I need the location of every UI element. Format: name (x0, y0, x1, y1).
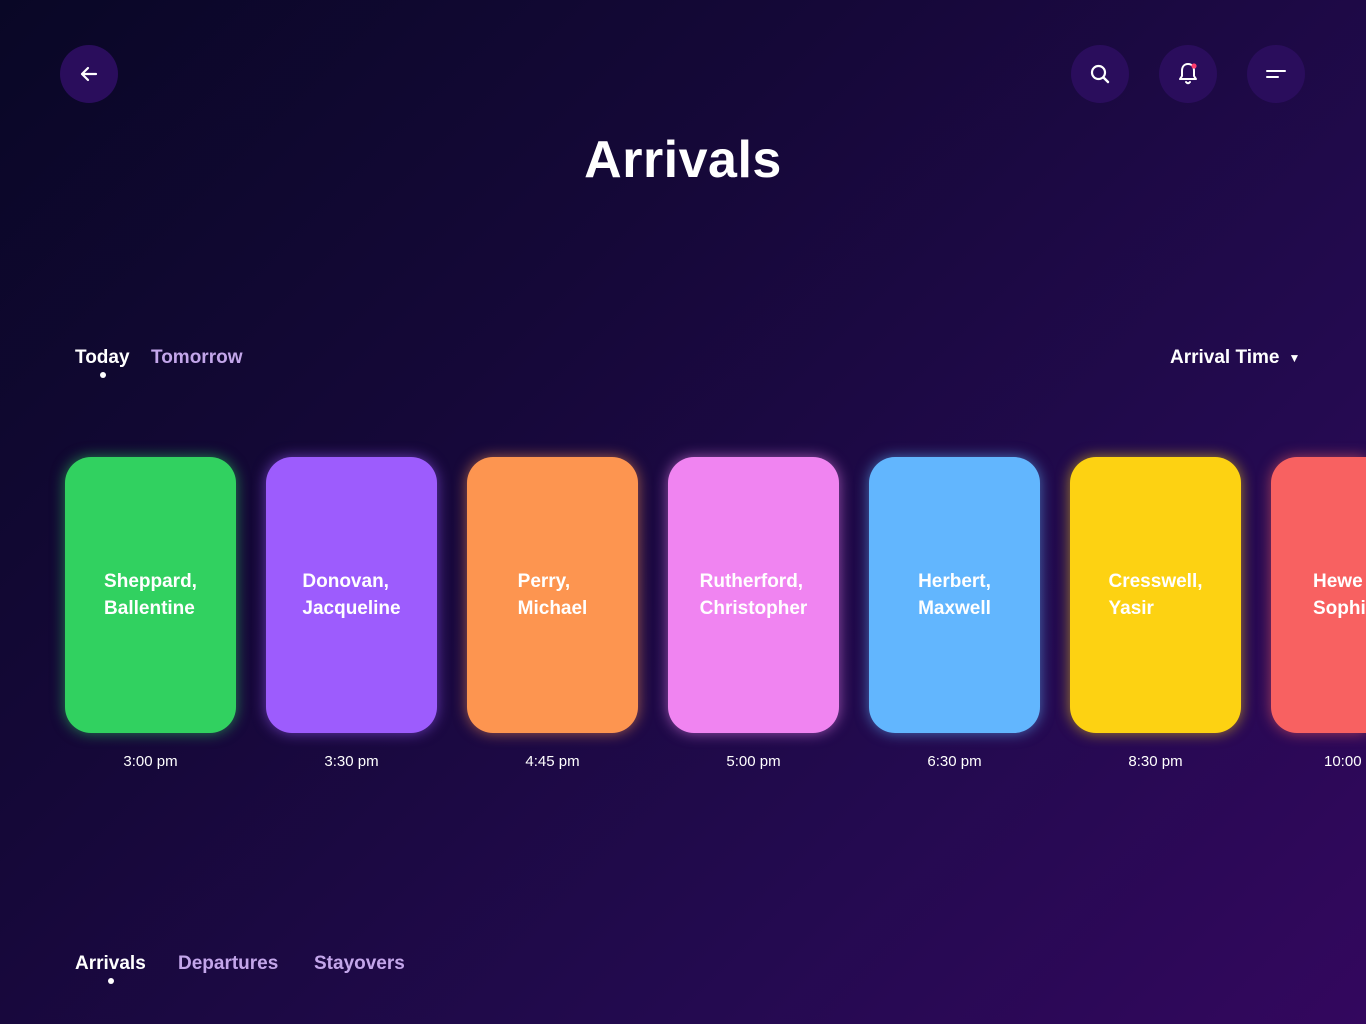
guest-name: Donovan, Jacqueline (302, 571, 401, 619)
active-tab-indicator (108, 978, 114, 984)
page-title: Arrivals (584, 131, 782, 189)
menu-button[interactable] (1247, 45, 1305, 103)
guest-card[interactable]: Perry, Michael (467, 457, 638, 733)
guest-card[interactable]: Sheppard, Ballentine (65, 457, 236, 733)
guest-card[interactable]: Hewe Sophi (1271, 457, 1366, 733)
guest-name: Sheppard, Ballentine (104, 571, 197, 619)
guest-card[interactable]: Cresswell, Yasir (1070, 457, 1241, 733)
caret-down-icon: ▼ (1288, 351, 1301, 365)
arrival-time: 3:30 pm (324, 753, 379, 770)
sort-label: Arrival Time (1170, 347, 1280, 368)
search-icon (1090, 64, 1110, 84)
tab-arrivals[interactable]: Arrivals (75, 953, 146, 975)
tab-today[interactable]: Today (75, 347, 130, 369)
arrival-time: 8:30 pm (1128, 753, 1183, 770)
guest-card[interactable]: Rutherford, Christopher (668, 457, 839, 733)
arrival-time: 4:45 pm (525, 753, 580, 770)
arrival-time: 6:30 pm (927, 753, 982, 770)
menu-icon (1266, 70, 1286, 78)
guest-name: Herbert, Maxwell (918, 571, 991, 619)
notification-dot (1191, 63, 1197, 69)
back-button[interactable] (60, 45, 118, 103)
notifications-button[interactable] (1159, 45, 1217, 103)
tab-stayovers[interactable]: Stayovers (314, 953, 405, 975)
arrow-left-icon (80, 66, 98, 82)
guest-name: Cresswell, Yasir (1108, 571, 1203, 619)
sort-dropdown[interactable]: Arrival Time ▼ (1170, 347, 1300, 369)
tab-departures[interactable]: Departures (178, 953, 278, 975)
bell-icon (1179, 63, 1197, 85)
guest-name: Rutherford, Christopher (699, 571, 808, 619)
guest-name: Perry, Michael (517, 571, 588, 619)
arrival-time: 5:00 pm (726, 753, 781, 770)
arrival-time: 10:00 (1324, 753, 1362, 770)
tab-tomorrow[interactable]: Tomorrow (151, 347, 242, 369)
guest-card[interactable]: Herbert, Maxwell (869, 457, 1040, 733)
search-button[interactable] (1071, 45, 1129, 103)
arrival-time: 3:00 pm (123, 753, 178, 770)
active-tab-indicator (100, 372, 106, 378)
guest-card[interactable]: Donovan, Jacqueline (266, 457, 437, 733)
guest-name: Hewe Sophi (1313, 571, 1366, 619)
